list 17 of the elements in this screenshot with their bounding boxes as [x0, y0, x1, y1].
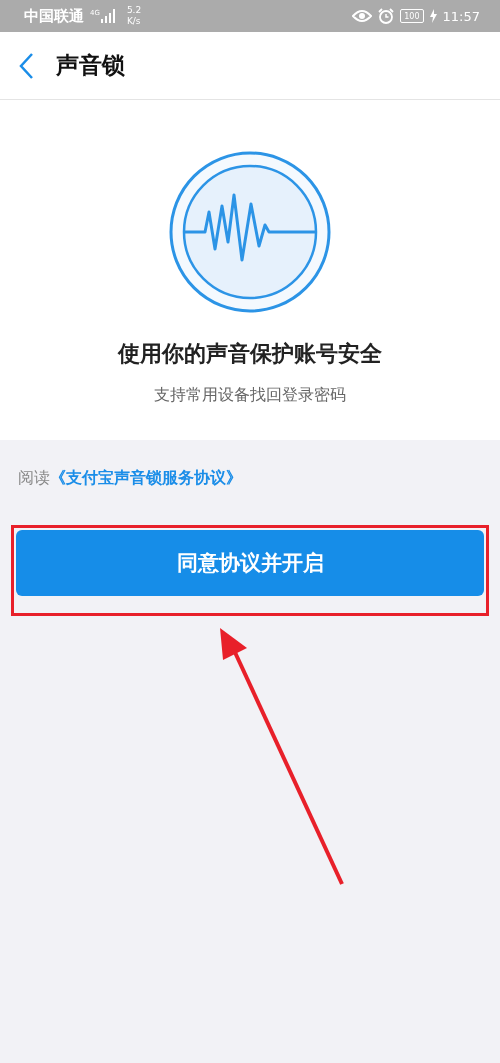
clock-time: 11:57 [442, 8, 480, 24]
back-icon[interactable] [18, 51, 34, 80]
headline-text: 使用你的声音保护账号安全 [118, 340, 382, 368]
agreement-link[interactable]: 《支付宝声音锁服务协议》 [50, 468, 242, 487]
page-title: 声音锁 [56, 51, 125, 80]
eye-icon [352, 9, 373, 23]
signal-icon [100, 9, 117, 23]
sound-wave-icon [168, 150, 332, 314]
battery-level: 100 [404, 11, 420, 21]
agree-enable-button[interactable]: 同意协议并开启 [16, 530, 484, 596]
agreement-label: 阅读 [18, 468, 50, 487]
subtitle-text: 支持常用设备找回登录密码 [154, 385, 346, 406]
carrier-name: 中国联通 [24, 6, 84, 26]
speed-value: 5.2 [126, 5, 142, 16]
alarm-icon [378, 8, 395, 24]
charging-icon [429, 9, 437, 23]
speed-unit: K/s [126, 16, 142, 27]
